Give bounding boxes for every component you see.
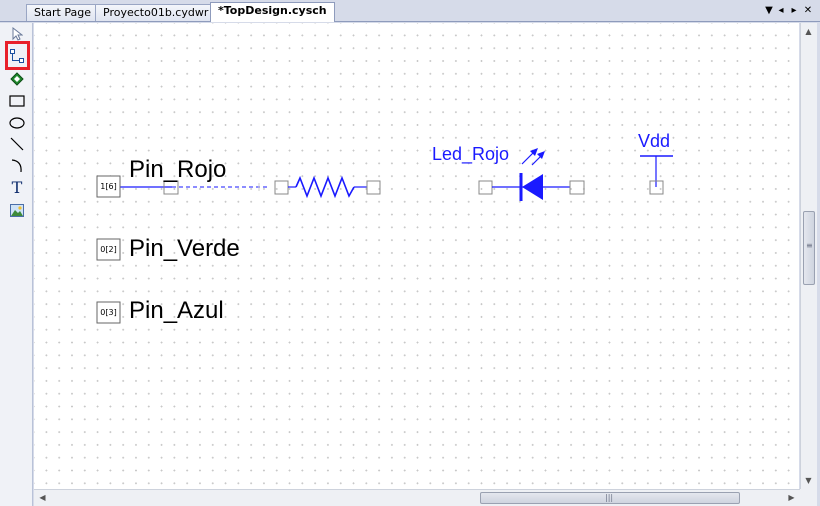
vdd-label[interactable]: Vdd [638,131,670,152]
led-terminal-right [569,180,585,195]
pin-label-verde[interactable]: Pin_Verde [129,235,240,263]
pin-label-rojo[interactable]: Pin_Rojo [129,156,226,184]
ellipse-tool-icon[interactable] [9,115,25,131]
horizontal-scroll-thumb[interactable]: ||| [480,492,740,504]
tab-scroll-left-icon[interactable]: ◂ [775,4,787,18]
tab-topdesign[interactable]: *TopDesign.cysch [210,2,335,22]
vertical-scrollbar[interactable]: ▲ ≡ ▼ [800,23,817,489]
rectangle-tool-icon[interactable] [9,93,25,109]
text-tool-icon[interactable]: T [9,178,25,197]
scrollbar-corner [800,489,817,506]
grip-icon: ||| [605,493,614,502]
document-tab-bar: Start Page Proyecto01b.cydwr *TopDesign.… [0,0,820,22]
arc-tool-icon[interactable] [9,158,25,174]
image-tool-icon[interactable] [9,202,25,218]
led-triangle [522,174,543,200]
led-terminal-left [478,180,493,195]
led-label[interactable]: Led_Rojo [432,144,509,165]
component-tool-icon[interactable] [9,71,25,87]
grip-icon: ≡ [806,241,813,250]
tab-proyecto01b[interactable]: Proyecto01b.cydwr [95,4,217,21]
tab-label: *TopDesign.cysch [218,4,327,17]
schematic-tool-palette: T [0,23,33,506]
pin-index-verde: 0[2] [100,245,117,254]
pin-label-azul[interactable]: Pin_Azul [129,297,224,325]
resistor-symbol [295,175,355,199]
line-tool-icon[interactable] [9,136,25,152]
resistor-terminal-left [274,180,289,195]
pin-index-azul: 0[3] [100,308,117,317]
tab-label: Start Page [34,6,91,19]
scroll-left-icon[interactable]: ◀ [35,490,50,505]
schematic-canvas[interactable]: 1[6] 0[2] 0[3] Pin_Rojo Pin_Verde Pin_Az… [34,23,799,489]
tab-scroll-right-icon[interactable]: ▸ [788,4,800,18]
tab-start-page[interactable]: Start Page [26,4,99,21]
scroll-right-icon[interactable]: ▶ [784,490,799,505]
vertical-scroll-thumb[interactable]: ≡ [803,211,815,285]
pin-index-rojo: 1[6] [100,182,117,191]
tab-label: Proyecto01b.cydwr [103,6,209,19]
pointer-tool-icon[interactable] [9,26,25,42]
selected-tool-highlight [5,41,30,70]
scroll-down-icon[interactable]: ▼ [801,473,816,488]
tab-close-icon[interactable]: ✕ [802,4,814,18]
resistor-terminal-right [366,180,381,195]
tab-list-dropdown-icon[interactable]: ▼ [763,4,775,18]
horizontal-scrollbar[interactable]: ◀ ||| ▶ [34,489,800,506]
scroll-up-icon[interactable]: ▲ [801,24,816,39]
